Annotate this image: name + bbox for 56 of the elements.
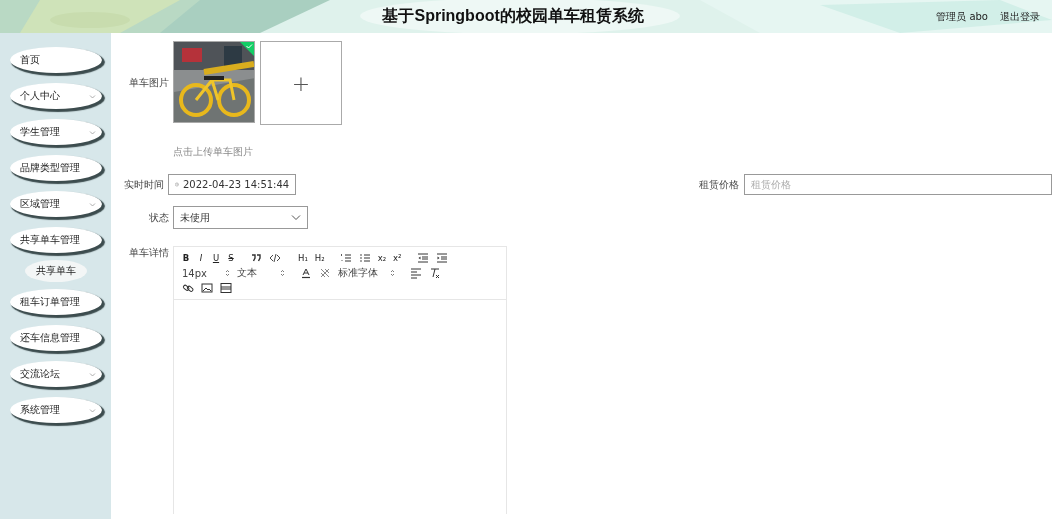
bullet-list-icon[interactable] (358, 252, 371, 264)
video-icon[interactable] (220, 282, 232, 294)
script-button[interactable]: x² (391, 252, 404, 264)
menu-item[interactable]: 区域管理 (9, 191, 102, 217)
menu-item[interactable]: 学生管理 (9, 119, 102, 145)
heading-button[interactable]: H₁ (296, 252, 310, 264)
page-title: 基于Springboot的校园单车租赁系统 (381, 6, 644, 26)
underline-button[interactable]: U (210, 252, 222, 264)
menu-item[interactable]: 共享单车管理 (9, 227, 102, 253)
code-icon[interactable] (269, 252, 281, 264)
clear-format-icon[interactable] (429, 267, 441, 279)
toolbar-picker[interactable]: 14px (180, 267, 232, 279)
highlight-icon[interactable] (319, 267, 331, 279)
caret-icon (88, 371, 96, 377)
menu-item[interactable]: 还车信息管理 (9, 325, 102, 351)
upload-button[interactable]: + (260, 41, 342, 125)
price-field[interactable]: 租赁价格 (744, 174, 1052, 195)
logout-link[interactable]: 退出登录 (1000, 9, 1040, 24)
time-field[interactable]: 2022-04-23 14:51:44 (168, 174, 297, 195)
link-icon[interactable] (182, 282, 194, 294)
strikethrough-button[interactable]: S (225, 252, 237, 264)
caret-icon (88, 407, 96, 413)
rich-text-editor[interactable]: B I U S H₁ H₂ x₂ x² 14px 文本 标准字体 (173, 246, 507, 514)
status-dropdown[interactable]: 未使用 (173, 206, 308, 229)
upload-hint: 点击上传单车图片 (173, 145, 253, 159)
italic-button[interactable]: I (195, 252, 207, 264)
user-label: 管理员 abo (936, 9, 988, 24)
menu-item[interactable]: 首页 (9, 47, 102, 73)
menu-item[interactable]: 租车订单管理 (9, 289, 102, 315)
numbered-list-icon[interactable] (339, 252, 352, 264)
image-icon[interactable] (201, 282, 213, 294)
heading-button[interactable]: H₂ (312, 252, 327, 264)
menu-item[interactable]: 品牌类型管理 (9, 155, 102, 181)
sort-caret-icon (390, 269, 395, 277)
field-label: 单车图片 (128, 76, 170, 90)
sort-caret-icon (280, 269, 285, 277)
submenu-item[interactable]: 共享单车 (24, 260, 87, 282)
toolbar-picker[interactable]: 文本 (235, 267, 287, 279)
menu-item[interactable]: 交流论坛 (9, 361, 102, 387)
menu-item[interactable]: 系统管理 (9, 397, 102, 423)
sort-caret-icon (225, 269, 230, 277)
quote-icon[interactable] (250, 252, 262, 264)
caret-icon (88, 129, 96, 135)
align-icon[interactable] (410, 267, 422, 279)
field-label: 实时时间 (123, 177, 166, 192)
bold-button[interactable]: B (180, 252, 192, 264)
caret-icon (88, 201, 96, 207)
menu-item[interactable]: 个人中心 (9, 83, 102, 109)
script-button[interactable]: x₂ (375, 252, 389, 264)
field-label: 租赁价格 (698, 177, 741, 192)
chevron-down-icon (291, 214, 301, 221)
text-color-icon[interactable] (300, 267, 312, 279)
field-label: 状态 (148, 210, 170, 225)
toolbar-picker[interactable]: 标准字体 (336, 267, 397, 279)
caret-icon (88, 93, 96, 99)
field-label: 单车详情 (128, 246, 170, 260)
